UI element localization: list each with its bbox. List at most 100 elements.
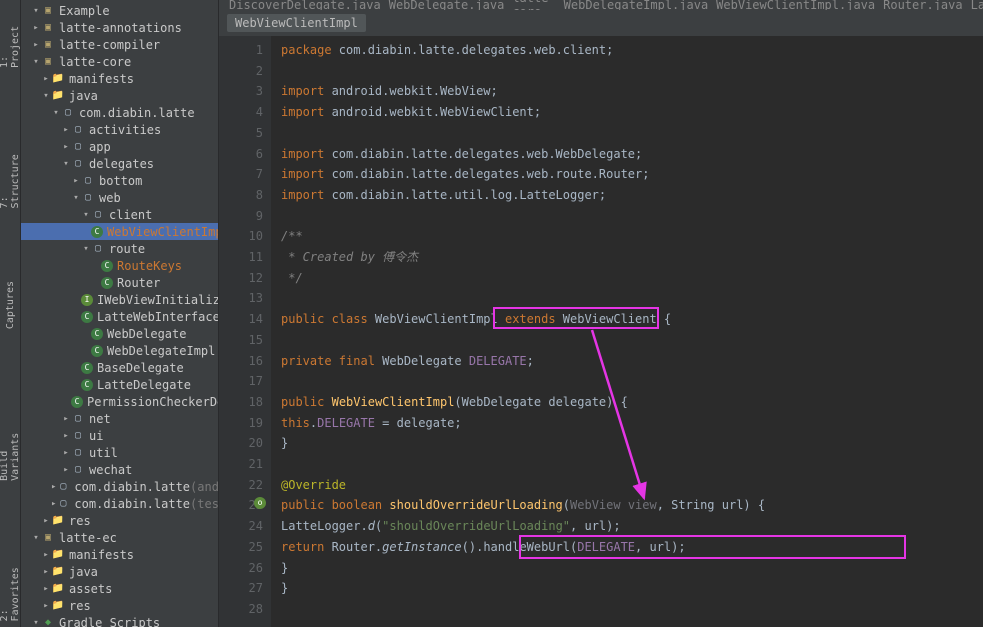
tree-arrow[interactable]: ▾ [81,210,91,220]
tree-arrow[interactable]: ▾ [61,159,71,169]
code-line[interactable]: return Router.getInstance().handleWebUrl… [281,537,983,558]
tree-node[interactable]: CRouter [21,274,218,291]
line-number[interactable]: 22 [219,475,263,496]
line-number[interactable]: 15 [219,330,263,351]
tree-node[interactable]: ▾▣latte-ec [21,529,218,546]
code-lines[interactable]: package com.diabin.latte.delegates.web.c… [271,36,983,627]
tool-tab-structure[interactable]: 7: Structure [0,134,23,214]
tree-node[interactable]: ▸▢wechat [21,461,218,478]
tree-arrow[interactable]: ▾ [31,6,41,16]
line-number[interactable]: 11 [219,247,263,268]
line-number[interactable]: 4 [219,102,263,123]
tree-arrow[interactable]: ▾ [31,618,41,627]
tree-arrow[interactable]: ▸ [41,516,51,526]
tree-node[interactable]: ▸▢ui [21,427,218,444]
tree-arrow[interactable]: ▾ [51,108,61,118]
tool-tab-captures[interactable]: Captures [3,275,18,335]
line-number[interactable]: 17 [219,371,263,392]
code-line[interactable]: this.DELEGATE = delegate; [281,413,983,434]
line-number[interactable]: 21 [219,454,263,475]
override-icon[interactable]: o [254,497,266,509]
line-number[interactable]: 7 [219,164,263,185]
tree-arrow[interactable]: ▾ [31,533,41,543]
code-line[interactable]: * Created by 傅令杰 [281,247,983,268]
tree-node[interactable]: ▾▢route [21,240,218,257]
tree-arrow[interactable]: ▸ [61,448,71,458]
breadcrumb-chip[interactable]: WebViewClientImpl [227,14,366,32]
tree-arrow[interactable]: ▸ [61,465,71,475]
tree-node[interactable]: ▸📁res [21,597,218,614]
tree-arrow[interactable]: ▸ [41,584,51,594]
line-number[interactable]: 28 [219,599,263,620]
tool-tab-favorites[interactable]: 2: Favorites [0,547,23,627]
tree-node[interactable]: ▸▢com.diabin.latte (test) [21,495,218,512]
code-line[interactable]: } [281,578,983,599]
line-number[interactable]: 12 [219,268,263,289]
tree-arrow[interactable]: ▸ [61,414,71,424]
code-line[interactable]: public class WebViewClientImpl extends W… [281,309,983,330]
tree-node[interactable]: CLatteDelegate [21,376,218,393]
tree-node[interactable]: ▸▢activities [21,121,218,138]
line-number[interactable]: 10 [219,226,263,247]
line-number[interactable]: 2 [219,61,263,82]
code-line[interactable]: package com.diabin.latte.delegates.web.c… [281,40,983,61]
line-number[interactable]: 16 [219,351,263,372]
editor-tab[interactable]: WebViewClientImpl.java [716,0,875,10]
line-number[interactable]: 26 [219,558,263,579]
editor-tab[interactable]: latte-core [512,0,555,10]
code-line[interactable]: /** [281,226,983,247]
tool-tab-project[interactable]: 1: Project [0,5,23,74]
code-line[interactable] [281,123,983,144]
tree-arrow[interactable]: ▸ [71,176,81,186]
project-tree[interactable]: ▾▣Example▸▣latte-annotations▸▣latte-comp… [21,0,219,627]
tree-node[interactable]: ▸▢com.diabin.latte (androidTest) [21,478,218,495]
line-number[interactable]: 20 [219,433,263,454]
tree-arrow[interactable]: ▸ [41,601,51,611]
tree-node[interactable]: IIWebViewInitializer [21,291,218,308]
tree-node[interactable]: CPermissionCheckerDelegate [21,393,218,410]
editor-tab[interactable]: DiscoverDelegate.java [229,0,381,10]
tree-arrow[interactable]: ▸ [41,567,51,577]
tree-node[interactable]: ▸▣latte-annotations [21,19,218,36]
code-line[interactable]: } [281,433,983,454]
line-number[interactable]: 8 [219,185,263,206]
line-number[interactable]: 3 [219,81,263,102]
code-line[interactable]: LatteLogger.d("shouldOverrideUrlLoading"… [281,516,983,537]
tree-node[interactable]: ▾▢web [21,189,218,206]
tree-node[interactable]: ▾▣latte-core [21,53,218,70]
code-line[interactable]: } [281,558,983,579]
tree-arrow[interactable]: ▸ [41,74,51,84]
editor-tab[interactable]: WebDelegateImpl.java [564,0,709,10]
tree-node[interactable]: ▸📁res [21,512,218,529]
tree-node[interactable]: ▸📁manifests [21,546,218,563]
line-number[interactable]: 19 [219,413,263,434]
code-line[interactable]: @Override [281,475,983,496]
tree-node[interactable]: CLatteWebInterface [21,308,218,325]
code-line[interactable]: public WebViewClientImpl(WebDelegate del… [281,392,983,413]
code-line[interactable] [281,330,983,351]
tool-tab-build-variants[interactable]: Build Variants [0,395,23,487]
tree-node[interactable]: CWebDelegate [21,325,218,342]
tree-arrow[interactable]: ▾ [81,244,91,254]
code-line[interactable] [281,454,983,475]
line-number[interactable]: 9 [219,206,263,227]
tree-node[interactable]: ▾▢com.diabin.latte [21,104,218,121]
code-line[interactable]: import com.diabin.latte.util.log.LatteLo… [281,185,983,206]
line-number[interactable]: 1 [219,40,263,61]
tree-node[interactable]: ▸▢app [21,138,218,155]
tree-arrow[interactable]: ▾ [41,91,51,101]
line-number[interactable]: 27 [219,578,263,599]
code-line[interactable]: import android.webkit.WebView; [281,81,983,102]
code-line[interactable]: public boolean shouldOverrideUrlLoading(… [281,495,983,516]
line-number[interactable]: 13 [219,288,263,309]
editor-tab[interactable]: Router.java [883,0,962,10]
tree-arrow[interactable]: ▸ [41,550,51,560]
line-number[interactable]: 24 [219,516,263,537]
tree-node[interactable]: ▾▢delegates [21,155,218,172]
tree-node[interactable]: ▸▢util [21,444,218,461]
tree-arrow[interactable]: ▾ [31,57,41,67]
code-line[interactable] [281,288,983,309]
tree-arrow[interactable]: ▸ [61,125,71,135]
tree-node[interactable]: CWebDelegateImpl [21,342,218,359]
tree-arrow[interactable]: ▸ [61,142,71,152]
